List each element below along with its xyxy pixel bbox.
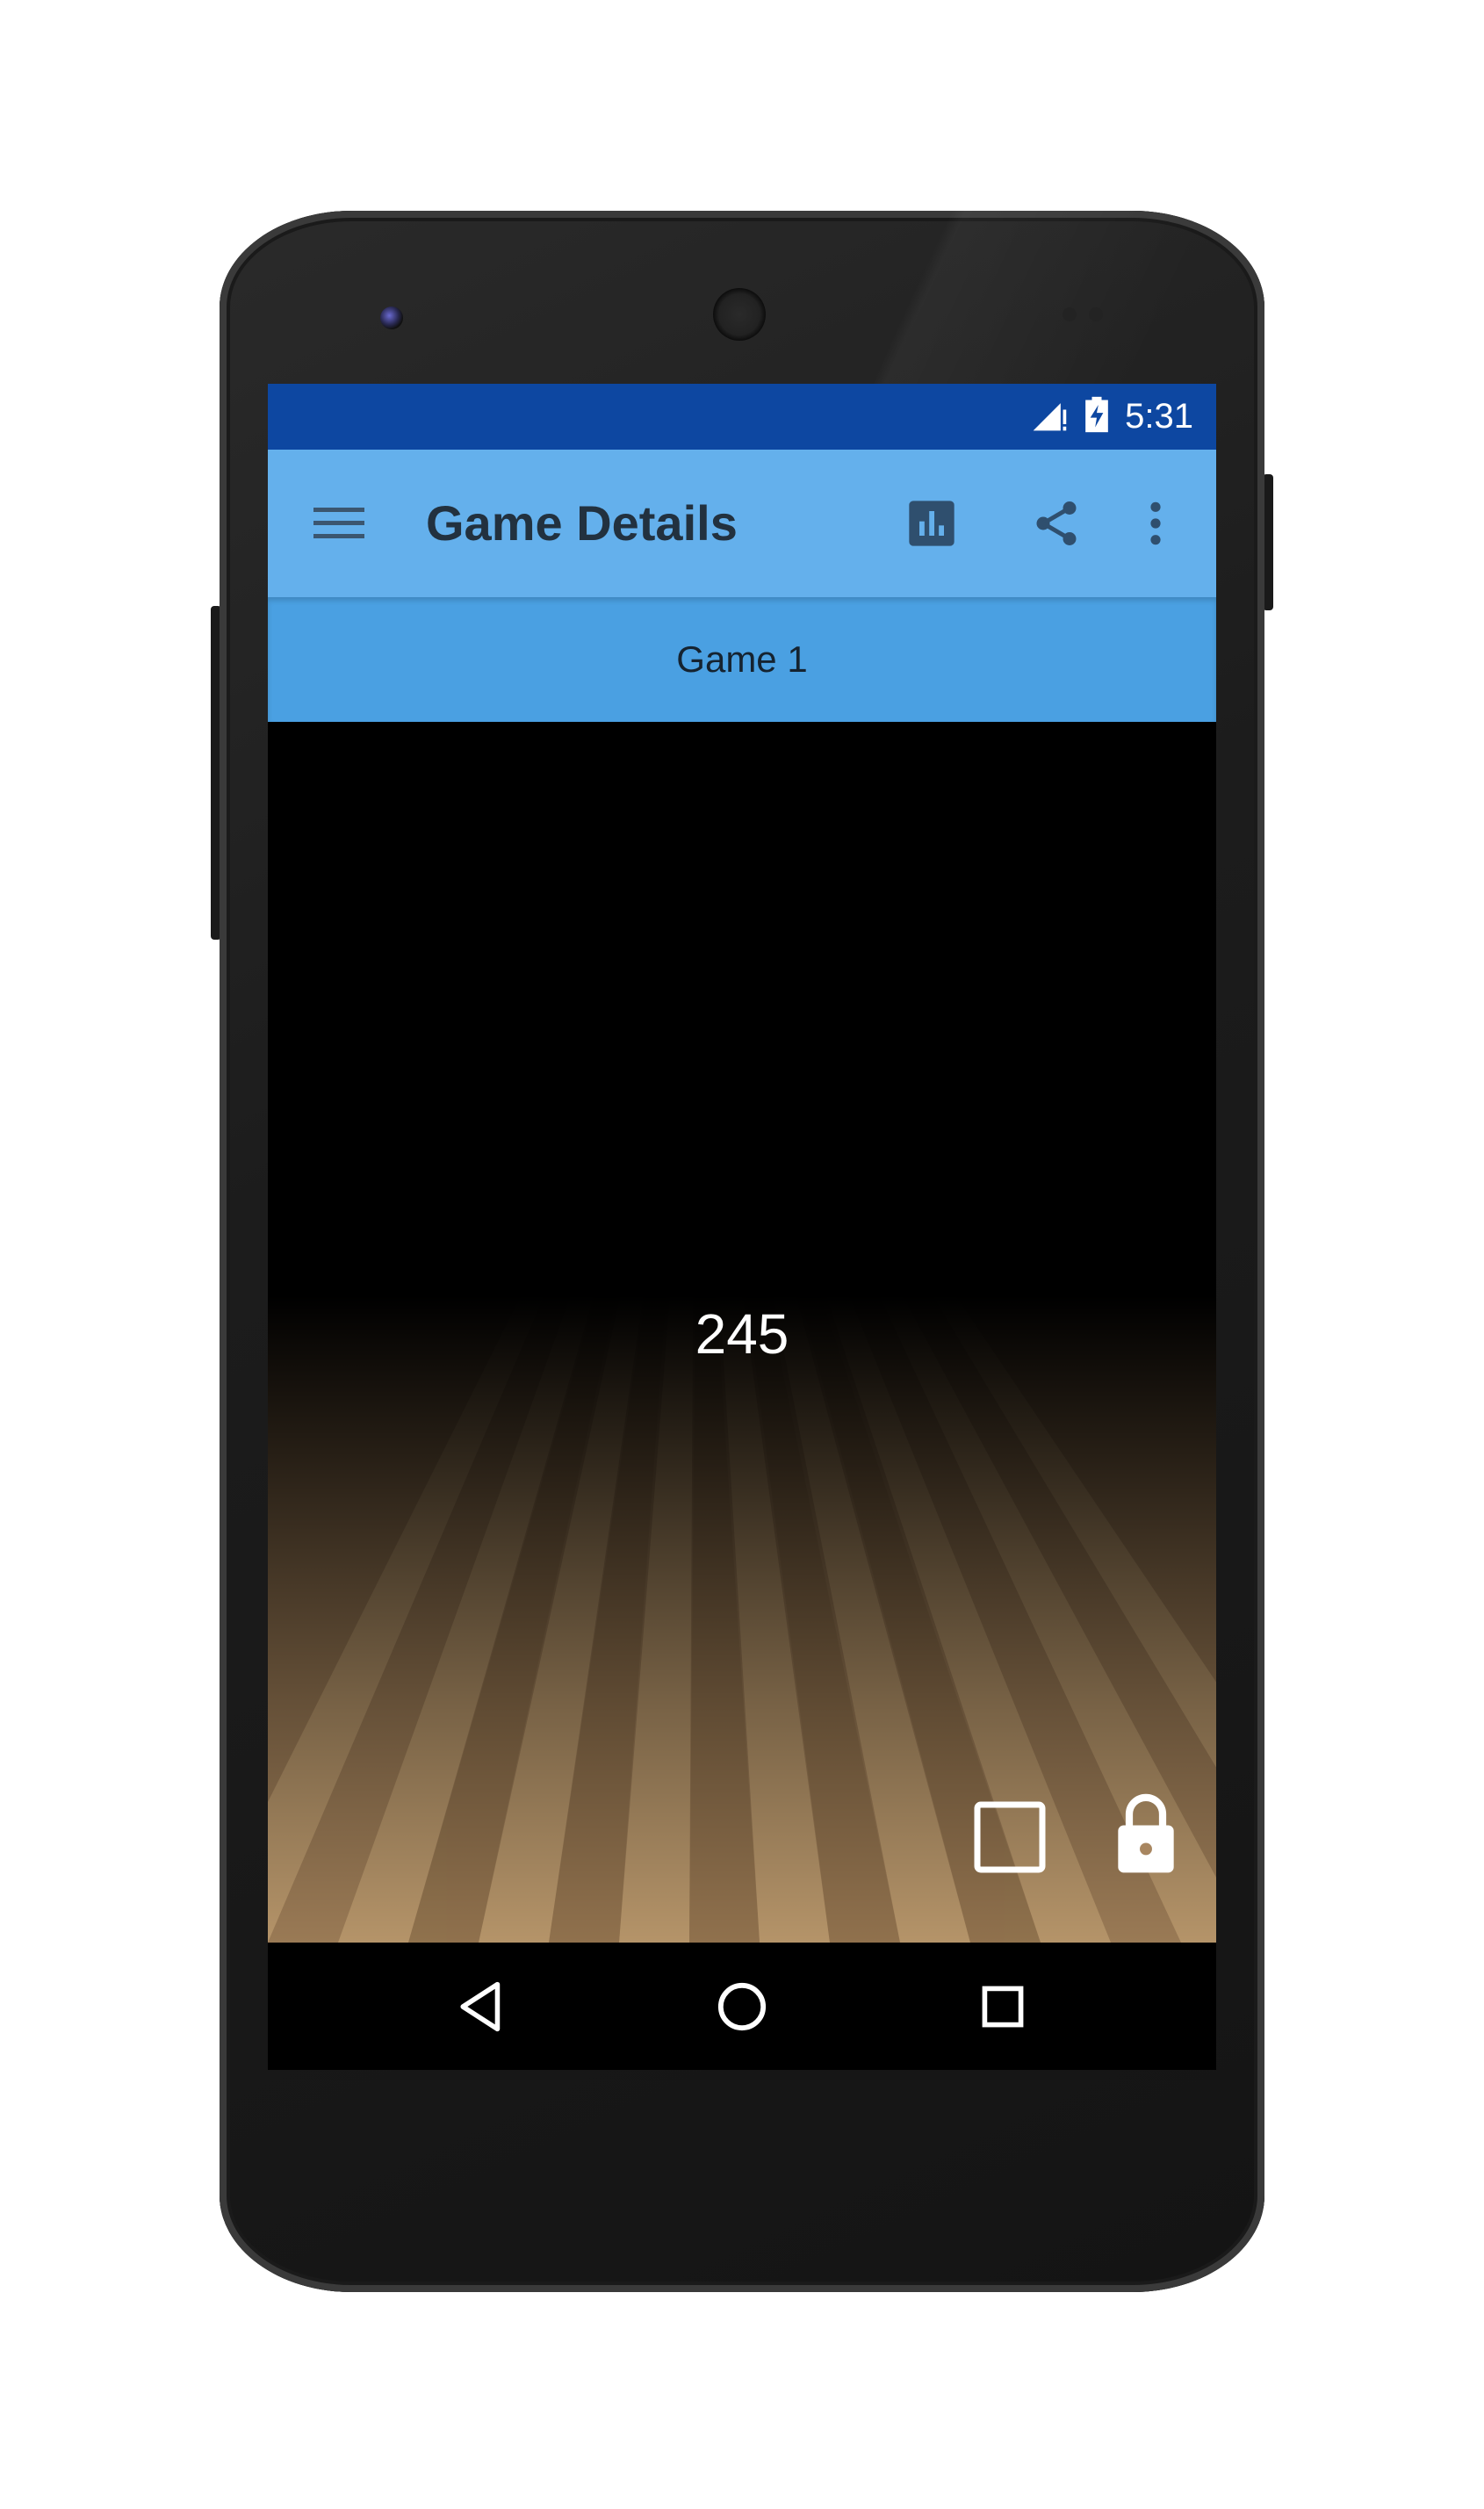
- navigation-bar: [268, 1943, 1216, 2070]
- back-icon[interactable]: [443, 1969, 519, 2044]
- game-view: 245: [268, 722, 1216, 1943]
- light-sensor: [1089, 307, 1103, 321]
- proximity-sensor: [1063, 307, 1077, 321]
- recents-icon[interactable]: [965, 1969, 1041, 2044]
- score-display: 245: [695, 1302, 789, 1366]
- app-toolbar: Game Details: [268, 450, 1216, 597]
- front-camera: [380, 306, 403, 329]
- tab-bar: Game 1: [268, 597, 1216, 722]
- menu-icon[interactable]: [313, 502, 364, 544]
- status-bar: 5:31: [268, 384, 1216, 450]
- page-title: Game Details: [426, 495, 738, 551]
- bar-chart-icon[interactable]: [900, 492, 963, 555]
- more-vert-icon[interactable]: [1124, 492, 1187, 555]
- signal-icon: [1030, 395, 1069, 438]
- share-icon[interactable]: [1025, 492, 1088, 555]
- battery-charging-icon: [1081, 395, 1113, 438]
- home-icon[interactable]: [704, 1969, 780, 2044]
- square-icon[interactable]: [970, 1798, 1049, 1877]
- status-time: 5:31: [1125, 397, 1193, 436]
- earpiece-speaker: [713, 288, 766, 341]
- screen: 5:31 Game Details Game 1 245: [268, 384, 1216, 2070]
- lock-icon[interactable]: [1111, 1792, 1181, 1876]
- tab-game-1[interactable]: Game 1: [268, 597, 1216, 722]
